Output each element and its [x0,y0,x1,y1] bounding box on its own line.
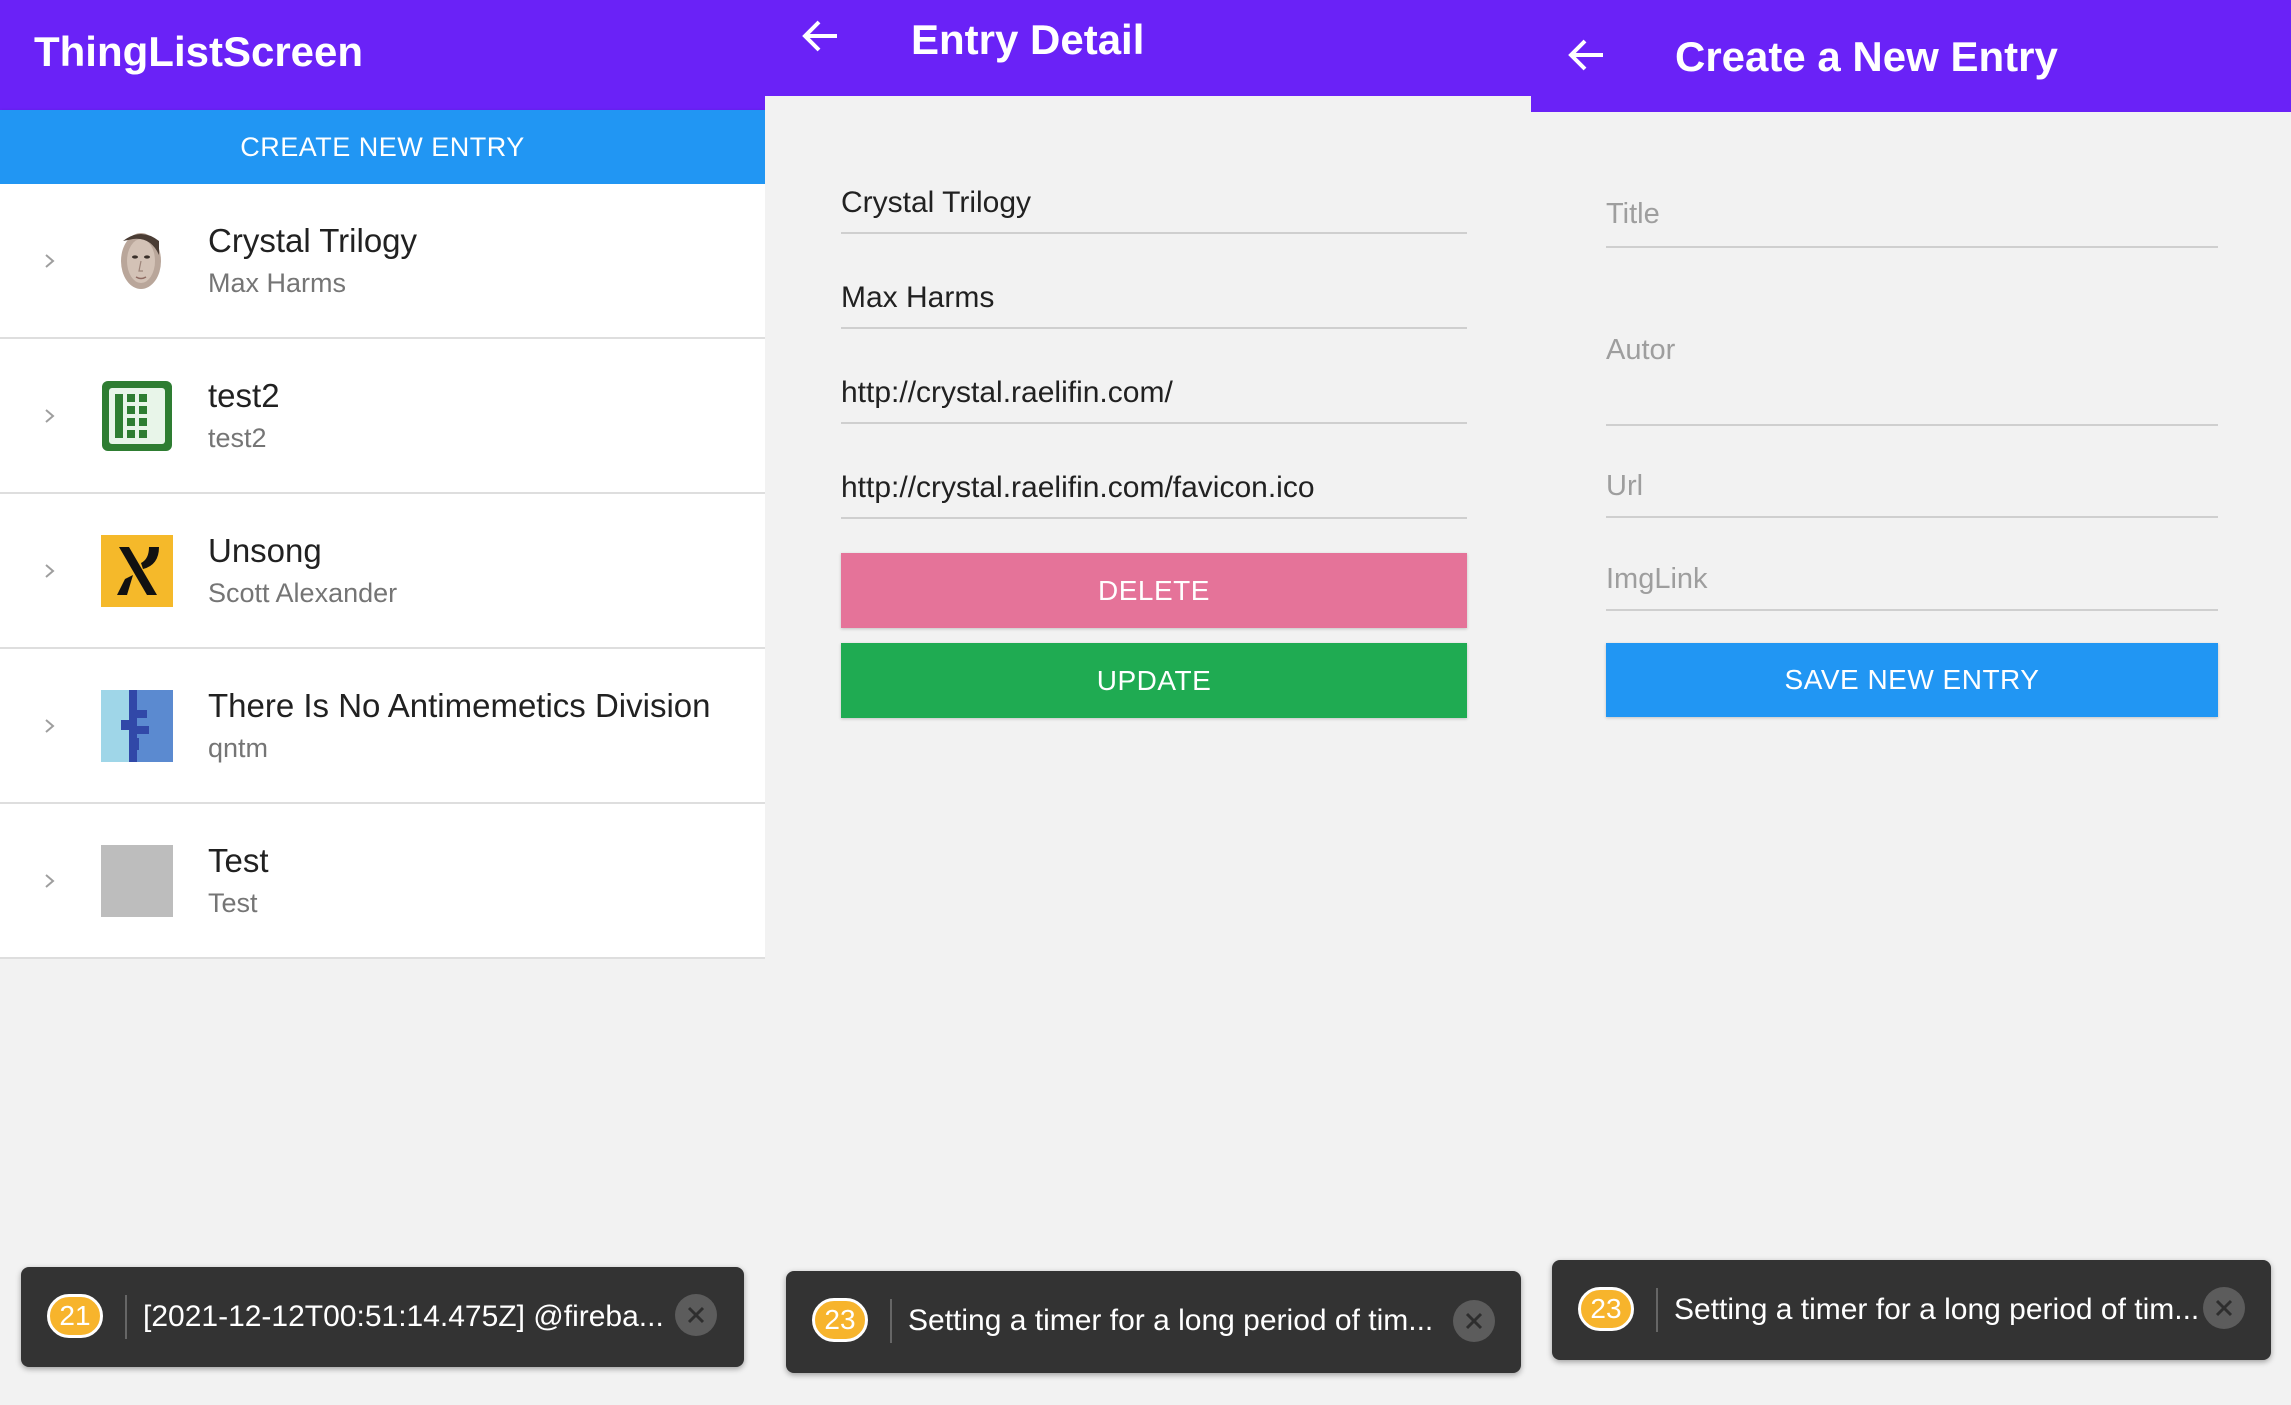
url-input[interactable]: Url [1606,470,2218,518]
toast-divider [125,1295,127,1339]
item-title: test2 [208,377,280,414]
item-title: Unsong [208,532,322,569]
update-button[interactable]: UPDATE [841,643,1467,718]
save-new-entry-button[interactable]: SAVE NEW ENTRY [1606,643,2218,717]
item-subtitle: test2 [208,423,267,453]
screen-title: ThingListScreen [34,28,364,75]
app-bar: Create a New Entry [1531,0,2291,112]
log-toast[interactable]: 21 [2021-12-12T00:51:14.475Z] @fireba... [21,1267,744,1367]
toast-message: Setting a timer for a long period of tim… [1674,1293,2200,1326]
item-subtitle: Scott Alexander [208,578,398,608]
item-subtitle: Test [208,888,258,918]
log-count-badge: 21 [47,1294,103,1338]
title-input[interactable]: Title [1606,198,2218,248]
toast-message: Setting a timer for a long period of tim… [908,1304,1434,1337]
chevron-right-icon [45,874,55,888]
item-title: There Is No Antimemetics Division [208,687,711,724]
item-title: Test [208,842,269,879]
list-item[interactable]: Unsong Scott Alexander [0,494,765,649]
face-thumbnail [101,225,173,297]
item-title: Crystal Trilogy [208,222,418,259]
screen-title: Create a New Entry [1675,33,2058,80]
url-input[interactable]: http://crystal.raelifin.com/ [841,376,1467,424]
title-input[interactable]: Crystal Trilogy [841,186,1467,234]
close-icon[interactable] [675,1294,717,1336]
back-arrow-icon[interactable] [797,12,845,60]
chevron-right-icon [45,254,55,268]
image-link-input[interactable]: ImgLink [1606,563,2218,611]
log-count-badge: 23 [812,1298,868,1342]
delete-button[interactable]: DELETE [841,553,1467,628]
log-count-badge: 23 [1578,1287,1634,1331]
list-item[interactable]: Test Test [0,804,765,959]
toast-divider [890,1299,892,1343]
close-icon[interactable] [1453,1300,1495,1342]
back-arrow-icon[interactable] [1563,31,1611,79]
app-bar: Entry Detail [765,0,1531,96]
aleph-thumbnail [101,535,173,607]
placeholder-thumbnail [101,845,173,917]
list-item[interactable]: Crystal Trilogy Max Harms [0,184,765,339]
log-toast[interactable]: 23 Setting a timer for a long period of … [1552,1260,2271,1360]
author-input[interactable]: Max Harms [841,281,1467,329]
chevron-right-icon [45,564,55,578]
toast-divider [1656,1288,1658,1332]
pixel-face-thumbnail [101,690,173,762]
create-new-entry-button[interactable]: CREATE NEW ENTRY [0,110,765,184]
author-input[interactable]: Autor [1606,334,2218,426]
app-bar: ThingListScreen [0,0,765,110]
log-toast[interactable]: 23 Setting a timer for a long period of … [786,1271,1521,1373]
item-subtitle: Max Harms [208,268,347,298]
image-link-input[interactable]: http://crystal.raelifin.com/favicon.ico [841,471,1467,519]
thing-list-screen: ThingListScreen CREATE NEW ENTRY Crystal… [0,0,765,1405]
entry-list: Crystal Trilogy Max Harms test2 test2 Un… [0,184,765,959]
create-entry-screen: Create a New Entry Title Autor Url ImgLi… [1531,0,2291,1405]
list-item[interactable]: test2 test2 [0,339,765,494]
item-subtitle: qntm [208,733,269,763]
screen-title: Entry Detail [911,16,1145,63]
close-icon[interactable] [2203,1287,2245,1329]
calculator-thumbnail [102,381,172,451]
chevron-right-icon [45,719,55,733]
list-item[interactable]: There Is No Antimemetics Division qntm [0,649,765,804]
toast-message: [2021-12-12T00:51:14.475Z] @fireba... [143,1300,664,1333]
chevron-right-icon [45,409,55,423]
entry-detail-screen: Entry Detail Crystal Trilogy Max Harms h… [765,0,1531,1405]
